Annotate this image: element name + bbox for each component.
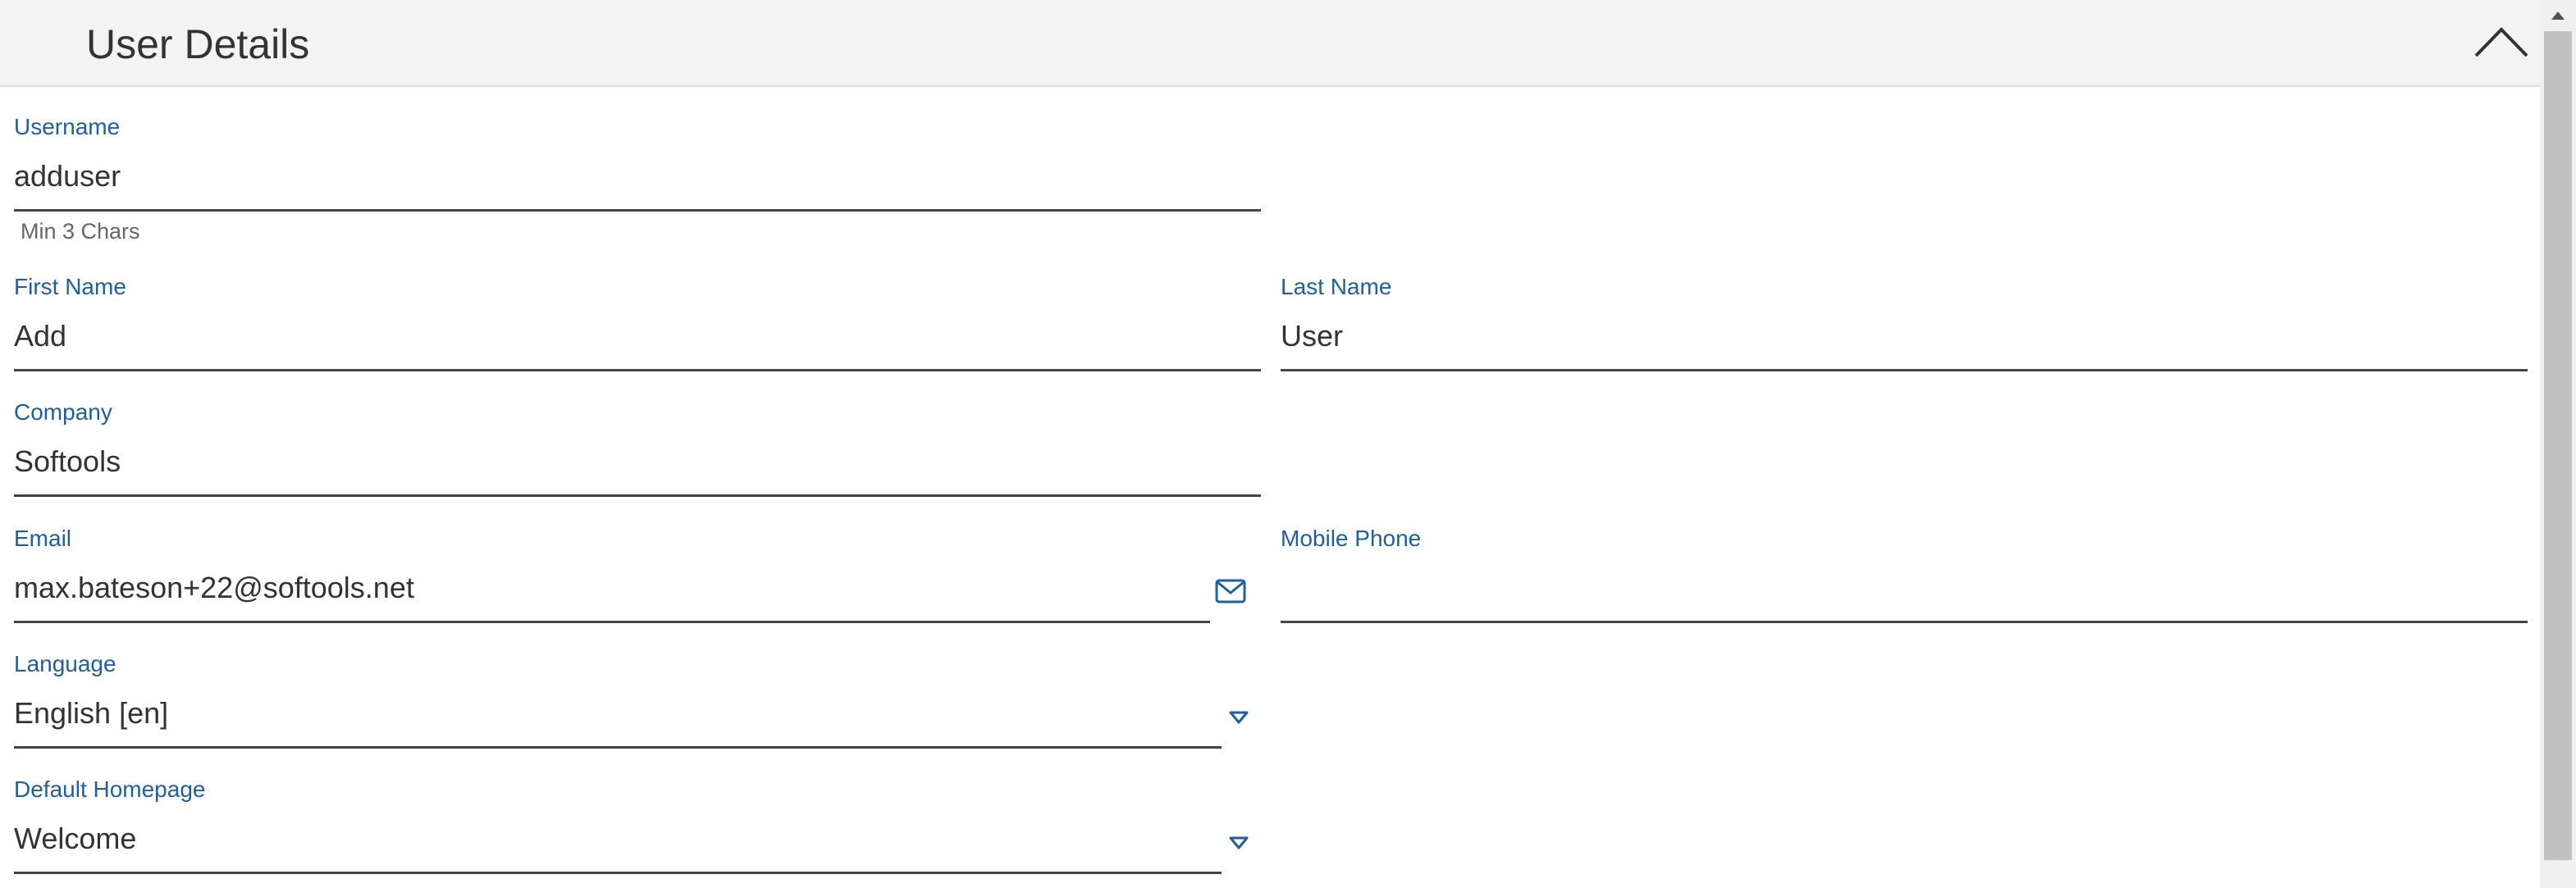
mobile-phone-underline — [1281, 621, 2528, 623]
first-name-label: First Name — [14, 274, 126, 299]
scrollbar-thumb[interactable] — [2544, 31, 2572, 860]
default-homepage-field: Default Homepage Welcome — [14, 776, 1261, 878]
dropdown-triangle-icon[interactable] — [1228, 835, 1249, 851]
username-field: Username adduser Min 3 Chars — [14, 113, 1261, 253]
default-homepage-underline — [14, 872, 1222, 874]
default-homepage-label: Default Homepage — [14, 776, 206, 802]
default-homepage-select[interactable]: Welcome — [14, 821, 136, 857]
company-label: Company — [14, 399, 112, 425]
company-underline — [14, 494, 1261, 497]
language-label: Language — [14, 651, 116, 676]
email-input[interactable]: max.bateson+22@softools.net — [14, 570, 414, 606]
last-name-underline — [1281, 369, 2528, 371]
company-field: Company Softools — [14, 398, 1261, 501]
chevron-up-icon — [2474, 27, 2528, 57]
first-name-input[interactable]: Add — [14, 318, 66, 354]
language-underline — [14, 746, 1222, 749]
section-header[interactable]: User Details — [0, 0, 2540, 87]
first-name-field: First Name Add — [14, 273, 1261, 376]
username-hint: Min 3 Chars — [21, 219, 140, 244]
last-name-field: Last Name User — [1281, 273, 2528, 376]
dropdown-triangle-icon[interactable] — [1228, 709, 1249, 726]
language-field: Language English [en] — [14, 650, 1261, 753]
email-field: Email max.bateson+22@softools.net — [14, 525, 1261, 627]
section-title: User Details — [86, 21, 310, 67]
language-dropdown-svg — [1229, 711, 1249, 724]
mobile-phone-label: Mobile Phone — [1281, 526, 1422, 551]
email-label: Email — [14, 526, 72, 551]
envelope-icon[interactable] — [1215, 579, 1246, 603]
user-details-panel: User Details Username adduser Min 3 Char… — [0, 0, 2576, 888]
username-underline — [14, 209, 1261, 212]
scroll-up-arrow-icon[interactable] — [2540, 0, 2576, 30]
last-name-label: Last Name — [1281, 274, 1392, 299]
username-input[interactable]: adduser — [14, 158, 121, 194]
envelope-icon-svg — [1215, 579, 1246, 603]
collapse-button[interactable] — [2473, 21, 2530, 62]
username-label: Username — [14, 114, 121, 139]
vertical-scrollbar[interactable] — [2540, 0, 2576, 888]
mobile-phone-field: Mobile Phone — [1281, 525, 2528, 627]
homepage-dropdown-svg — [1229, 836, 1249, 849]
scroll-up-svg — [2551, 11, 2565, 20]
company-input[interactable]: Softools — [14, 444, 121, 480]
email-underline — [14, 621, 1210, 623]
first-name-underline — [14, 369, 1261, 371]
last-name-input[interactable]: User — [1281, 318, 1343, 354]
language-select[interactable]: English [en] — [14, 695, 168, 731]
